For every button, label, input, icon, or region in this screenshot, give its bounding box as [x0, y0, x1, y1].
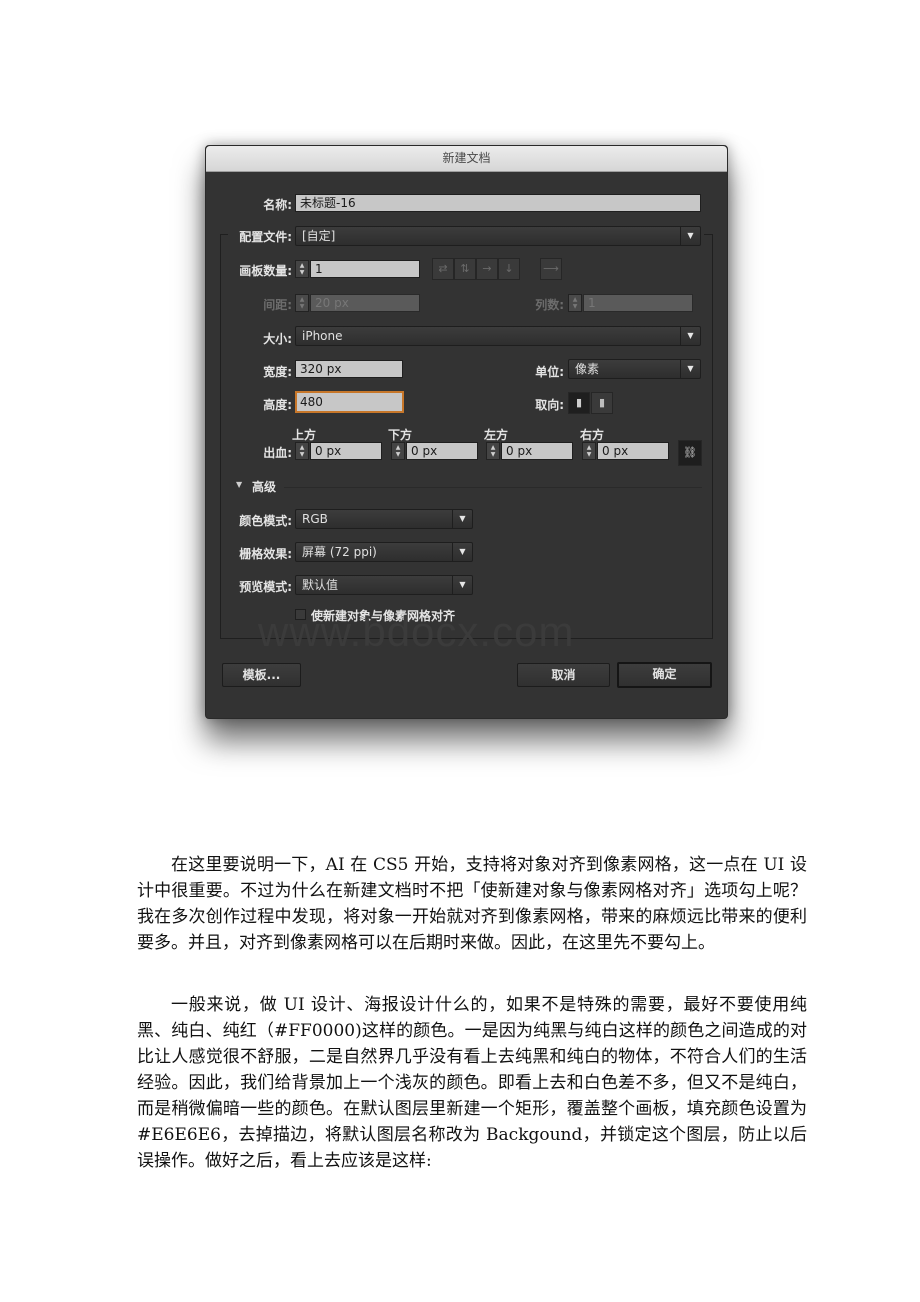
- chevron-down-icon: ▼: [680, 360, 700, 378]
- bleed-label: 出血:: [263, 446, 292, 460]
- bleed-top-label: 上方: [292, 428, 317, 442]
- spacing-stepper[interactable]: ▲ ▼: [295, 294, 309, 312]
- preview-mode-select[interactable]: 默认值 ▼: [295, 575, 473, 595]
- align-pixel-checkbox[interactable]: [295, 609, 306, 620]
- color-mode-value: RGB: [302, 512, 328, 526]
- arrange-by-column-icon[interactable]: ↓: [498, 258, 520, 280]
- advanced-label[interactable]: 高级: [252, 478, 276, 495]
- landscape-icon[interactable]: ▮: [591, 392, 613, 414]
- artboards-label: 画板数量:: [239, 264, 292, 278]
- dialog-title: 新建文档: [206, 146, 727, 172]
- columns-stepper[interactable]: ▲ ▼: [568, 294, 582, 312]
- chevron-down-icon: ▼: [452, 576, 472, 594]
- units-value: 像素: [575, 362, 600, 376]
- article-paragraph: 一般来说，做 UI 设计、海报设计什么的，如果不是特殊的需要，最好不要使用纯黑、…: [137, 995, 807, 1171]
- width-input[interactable]: 320 px: [295, 360, 403, 378]
- align-pixel-label: 使新建对象与像素网格对齐: [311, 609, 456, 623]
- bleed-left-input[interactable]: 0 px: [501, 442, 573, 460]
- bleed-top-input[interactable]: 0 px: [310, 442, 382, 460]
- columns-input[interactable]: 1: [583, 294, 693, 312]
- preview-mode-value: 默认值: [302, 578, 339, 592]
- layout-direction-icon[interactable]: ⟶: [540, 258, 562, 280]
- size-select[interactable]: iPhone ▼: [295, 326, 701, 346]
- advanced-divider: [284, 487, 702, 488]
- artboards-stepper[interactable]: ▲ ▼: [295, 260, 309, 278]
- profile-select[interactable]: [自定] ▼: [295, 226, 701, 246]
- bleed-bottom-label: 下方: [388, 428, 413, 442]
- new-document-dialog: 新建文档 名称: 未标题-16 配置文件: [自定] ▼ 画板数量: ▲ ▼ 1 …: [205, 145, 728, 719]
- disclosure-triangle-icon[interactable]: ▼: [236, 480, 242, 489]
- ok-button[interactable]: 确定: [617, 662, 712, 688]
- raster-effects-label: 栅格效果:: [239, 547, 292, 561]
- preview-mode-label: 预览模式:: [239, 580, 292, 594]
- spacing-label: 间距:: [263, 298, 292, 312]
- height-input[interactable]: 480: [295, 391, 404, 413]
- spacing-input[interactable]: 20 px: [310, 294, 420, 312]
- profile-label: 配置文件:: [230, 228, 292, 245]
- grid-by-column-icon[interactable]: ⇅: [454, 258, 476, 280]
- width-label: 宽度:: [263, 365, 292, 379]
- color-mode-select[interactable]: RGB ▼: [295, 509, 473, 529]
- columns-label: 列数:: [535, 298, 564, 312]
- name-label: 名称:: [263, 198, 292, 212]
- raster-effects-select[interactable]: 屏幕 (72 ppi) ▼: [295, 542, 473, 562]
- bleed-right-input[interactable]: 0 px: [597, 442, 669, 460]
- bleed-left-label: 左方: [484, 428, 509, 442]
- cancel-button[interactable]: 取消: [517, 663, 610, 687]
- color-mode-label: 颜色模式:: [239, 514, 292, 528]
- bleed-bottom-input[interactable]: 0 px: [406, 442, 478, 460]
- raster-effects-value: 屏幕 (72 ppi): [302, 545, 377, 559]
- bleed-left-stepper[interactable]: ▲ ▼: [486, 442, 500, 460]
- chevron-down-icon: ▼: [680, 327, 700, 345]
- chevron-down-icon: ▼: [452, 543, 472, 561]
- artboards-input[interactable]: 1: [310, 260, 420, 278]
- size-value: iPhone: [302, 329, 343, 343]
- bleed-top-stepper[interactable]: ▲ ▼: [295, 442, 309, 460]
- bleed-right-stepper[interactable]: ▲ ▼: [582, 442, 596, 460]
- size-label: 大小:: [263, 332, 292, 346]
- arrange-by-row-icon[interactable]: →: [476, 258, 498, 280]
- portrait-icon[interactable]: ▮: [568, 392, 590, 414]
- bleed-bottom-stepper[interactable]: ▲ ▼: [391, 442, 405, 460]
- link-icon[interactable]: ⛓: [678, 440, 702, 466]
- chevron-down-icon: ▼: [680, 227, 700, 245]
- grid-by-row-icon[interactable]: ⇄: [432, 258, 454, 280]
- templates-button[interactable]: 模板...: [222, 663, 301, 687]
- units-select[interactable]: 像素 ▼: [568, 359, 701, 379]
- orientation-label: 取向:: [535, 398, 564, 412]
- chevron-down-icon: ▼: [452, 510, 472, 528]
- article-paragraph: 在这里要说明一下，AI 在 CS5 开始，支持将对象对齐到像素网格，这一点在 U…: [137, 855, 807, 953]
- bleed-right-label: 右方: [580, 428, 605, 442]
- height-label: 高度:: [263, 398, 292, 412]
- units-label: 单位:: [535, 365, 564, 379]
- profile-value: [自定]: [302, 229, 336, 243]
- name-input[interactable]: 未标题-16: [295, 194, 701, 212]
